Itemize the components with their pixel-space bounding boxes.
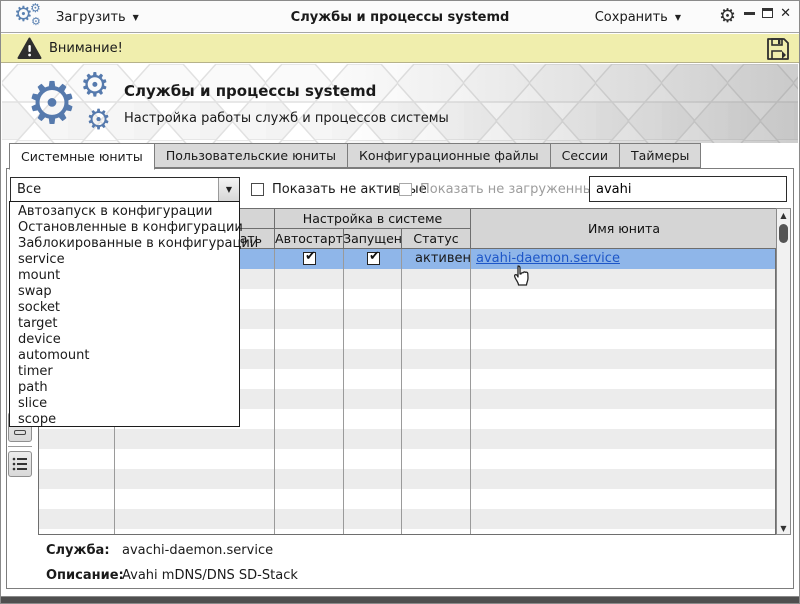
tab-config-files[interactable]: Конфигурационные файлы [348, 143, 551, 168]
unit-filter-combobox[interactable]: Все ▼ [10, 177, 240, 202]
column-divider [343, 249, 344, 534]
column-divider [401, 249, 402, 534]
app-window: ⚙⚙⚙ Загрузить ▼ Службы и процессы system… [0, 0, 800, 604]
page-title: Службы и процессы systemd [124, 82, 376, 100]
titlebar: ⚙⚙⚙ Загрузить ▼ Службы и процессы system… [1, 1, 799, 33]
column-divider [274, 249, 275, 534]
save-menu-label: Сохранить [595, 10, 668, 25]
show-unloaded-checkbox-disabled: Показать не загруженные [399, 182, 601, 197]
hand-cursor-icon [511, 265, 533, 289]
combo-option[interactable]: Заблокированные в конфигурации [10, 236, 239, 252]
close-button[interactable]: ✕ [780, 8, 791, 19]
scroll-up-button[interactable]: ▲ [777, 209, 790, 221]
running-checkbox-checked[interactable] [367, 252, 380, 265]
combo-option[interactable]: Автозапуск в конфигурации [10, 204, 239, 220]
combo-option[interactable]: timer [10, 364, 239, 380]
combo-option[interactable]: automount [10, 348, 239, 364]
combo-option[interactable]: socket [10, 300, 239, 316]
checkbox-box [399, 183, 412, 196]
header-banner: ⚙⚙⚙ Службы и процессы systemd Настройка … [2, 64, 798, 143]
header-unit-name: Имя юнита [471, 209, 777, 249]
warning-text: Внимание! [49, 41, 123, 56]
window-controls: ✕ [744, 8, 791, 19]
header-status: Статус [402, 229, 471, 249]
tab-page-system-units: Все ▼ Показать не активные Показать не з… [6, 168, 794, 589]
header-running: Запущен [344, 229, 402, 249]
column-divider [470, 249, 471, 534]
chevron-down-icon: ▼ [226, 185, 232, 194]
save-menu-button[interactable]: Сохранить ▼ [595, 1, 681, 33]
combo-option[interactable]: scope [10, 412, 239, 428]
list-icon [9, 452, 31, 476]
show-unloaded-label: Показать не загруженные [420, 182, 601, 197]
app-logo-gears: ⚙⚙⚙ [26, 68, 126, 140]
service-label: Служба: [46, 543, 110, 558]
combo-option[interactable]: Остановленные в конфигурации [10, 220, 239, 236]
warning-triangle-icon [17, 37, 42, 60]
chevron-down-icon: ▼ [675, 13, 681, 22]
tab-user-units[interactable]: Пользовательские юниты [155, 143, 348, 168]
tab-system-units[interactable]: Системные юниты [9, 143, 155, 170]
combo-option[interactable]: service [10, 252, 239, 268]
combo-option[interactable]: target [10, 316, 239, 332]
save-file-icon[interactable] [765, 36, 791, 62]
tool-icon [14, 430, 26, 435]
warning-bar: Внимание! [1, 34, 799, 63]
minimize-button[interactable] [744, 12, 755, 15]
combobox-selected-value: Все [17, 182, 41, 197]
service-value: avachi-daemon.service [122, 543, 273, 558]
header-group-system-config: Настройка в системе [275, 209, 471, 229]
scroll-down-button[interactable]: ▼ [777, 522, 790, 534]
tab-sessions[interactable]: Сессии [551, 143, 620, 168]
toolbar-separator [8, 446, 32, 447]
unit-search-input[interactable] [589, 176, 787, 202]
window-bottom-edge [1, 596, 799, 603]
combo-option[interactable]: device [10, 332, 239, 348]
unit-name-link[interactable]: avahi-daemon.service [476, 251, 620, 266]
maximize-button[interactable] [762, 8, 773, 18]
scrollbar-thumb[interactable] [779, 224, 788, 243]
description-label: Описание: [46, 568, 124, 583]
description-value: Avahi mDNS/DNS SD-Stack [122, 568, 298, 583]
tab-timers[interactable]: Таймеры [620, 143, 701, 168]
header-autostart: Автостарт [275, 229, 344, 249]
combobox-dropdown-button[interactable]: ▼ [218, 178, 239, 201]
checkbox-box[interactable] [251, 183, 264, 196]
page-subtitle: Настройка работы служб и процессов систе… [124, 111, 449, 126]
settings-gear-icon[interactable]: ⚙ [719, 6, 736, 27]
combo-option[interactable]: path [10, 380, 239, 396]
combo-option[interactable]: slice [10, 396, 239, 412]
status-value: активен [415, 251, 471, 266]
tab-bar: Системные юниты Пользовательские юниты К… [9, 143, 701, 170]
side-list-button[interactable] [8, 451, 32, 477]
combobox-popup: Автозапуск в конфигурации Остановленные … [9, 201, 240, 427]
autostart-checkbox-checked[interactable] [303, 252, 316, 265]
vertical-scrollbar[interactable]: ▲ ▼ [776, 208, 791, 535]
combo-option[interactable]: mount [10, 268, 239, 284]
combo-option[interactable]: swap [10, 284, 239, 300]
